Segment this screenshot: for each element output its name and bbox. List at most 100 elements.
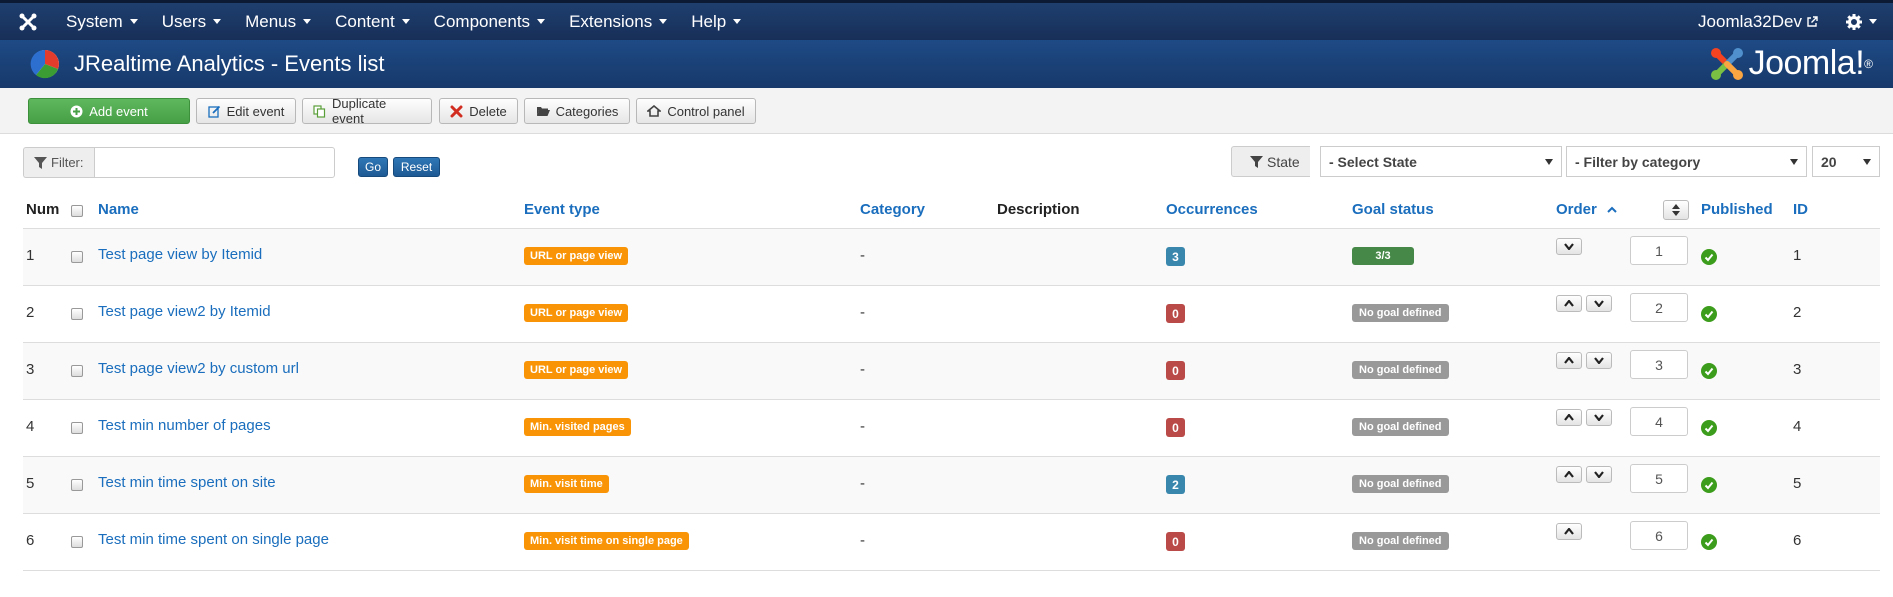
event-type-badge: URL or page view [524, 361, 629, 379]
folder-open-icon [536, 107, 550, 116]
move-up-button[interactable] [1556, 352, 1582, 369]
row-id: 1 [1793, 247, 1802, 264]
delete-button[interactable]: Delete [439, 98, 518, 124]
select-all-checkbox[interactable] [71, 205, 83, 217]
event-name-link[interactable]: Test page view by Itemid [98, 246, 262, 263]
filter-input[interactable] [93, 147, 335, 178]
control-panel-button[interactable]: Control panel [636, 98, 756, 124]
column-name[interactable]: Name [98, 201, 139, 218]
published-check-icon[interactable] [1701, 363, 1717, 379]
toolbar: Add event Edit event Duplicate event Del… [0, 88, 1893, 134]
category-select[interactable]: - Filter by category [1566, 146, 1807, 177]
column-description: Description [997, 201, 1080, 218]
column-occurrences[interactable]: Occurrences [1166, 201, 1258, 218]
event-name-link[interactable]: Test min time spent on single page [98, 531, 329, 548]
categories-button[interactable]: Categories [524, 98, 630, 124]
joomla-logo-icon[interactable] [0, 3, 56, 40]
site-link[interactable]: Joomla32Dev [1698, 12, 1846, 32]
edit-event-button[interactable]: Edit event [196, 98, 296, 124]
state-select[interactable]: - Select State [1320, 146, 1562, 177]
order-input[interactable]: 3 [1630, 350, 1688, 379]
chevron-up-icon [1564, 414, 1574, 421]
row-checkbox[interactable] [71, 422, 83, 434]
go-button[interactable]: Go [358, 157, 388, 177]
row-num: 3 [26, 361, 35, 378]
column-order[interactable]: Order [1556, 201, 1617, 218]
menu-content[interactable]: Content [325, 3, 424, 40]
column-published[interactable]: Published [1701, 201, 1773, 218]
column-id[interactable]: ID [1793, 201, 1808, 218]
move-up-button[interactable] [1556, 409, 1582, 426]
move-down-button[interactable] [1556, 238, 1582, 255]
menu-label: Content [335, 11, 395, 31]
chevron-up-icon [1564, 357, 1574, 364]
move-up-button[interactable] [1556, 523, 1582, 540]
menu-components[interactable]: Components [424, 3, 559, 40]
event-type-badge: Min. visited pages [524, 418, 631, 436]
event-name-link[interactable]: Test min time spent on site [98, 474, 276, 491]
state-label: State [1231, 146, 1310, 177]
goal-status-badge: No goal defined [1352, 475, 1449, 493]
menu-help[interactable]: Help [681, 3, 755, 40]
move-down-button[interactable] [1586, 295, 1612, 312]
column-event-type[interactable]: Event type [524, 201, 600, 218]
row-id: 6 [1793, 532, 1802, 549]
row-checkbox[interactable] [71, 479, 83, 491]
chevron-up-icon [1564, 471, 1574, 478]
button-label: Delete [469, 103, 507, 119]
joomla-logo-icon [1710, 47, 1743, 80]
event-type-badge: URL or page view [524, 247, 629, 265]
registered-mark: ® [1864, 56, 1873, 71]
menu-system[interactable]: System [56, 3, 152, 40]
move-down-button[interactable] [1586, 466, 1612, 483]
event-name-link[interactable]: Test page view2 by Itemid [98, 303, 271, 320]
add-event-button[interactable]: Add event [28, 98, 190, 124]
published-check-icon[interactable] [1701, 534, 1717, 550]
move-down-button[interactable] [1586, 409, 1612, 426]
column-goal-status[interactable]: Goal status [1352, 201, 1434, 218]
order-input[interactable]: 4 [1630, 407, 1688, 436]
chevron-down-icon [1594, 300, 1604, 307]
row-checkbox[interactable] [71, 308, 83, 320]
published-check-icon[interactable] [1701, 306, 1717, 322]
row-id: 3 [1793, 361, 1802, 378]
duplicate-event-button[interactable]: Duplicate event [302, 96, 432, 126]
published-check-icon[interactable] [1701, 420, 1717, 436]
button-label: Control panel [667, 103, 745, 119]
row-category: - [860, 304, 865, 321]
menu-label: Help [691, 11, 727, 31]
move-down-button[interactable] [1586, 352, 1612, 369]
reset-button[interactable]: Reset [393, 157, 440, 177]
limit-select[interactable]: 20 [1812, 146, 1880, 177]
occurrences-badge: 0 [1166, 532, 1185, 551]
order-input[interactable]: 2 [1630, 293, 1688, 322]
menu-label: Components [433, 11, 531, 31]
occurrences-badge: 0 [1166, 418, 1185, 437]
published-check-icon[interactable] [1701, 249, 1717, 265]
move-up-button[interactable] [1556, 466, 1582, 483]
column-category[interactable]: Category [860, 201, 925, 218]
row-checkbox[interactable] [71, 536, 83, 548]
published-check-icon[interactable] [1701, 477, 1717, 493]
menu-extensions[interactable]: Extensions [559, 3, 681, 40]
state-label-text: State [1267, 153, 1300, 170]
caret-down-icon [733, 19, 742, 24]
menu-users[interactable]: Users [152, 3, 235, 40]
order-input[interactable]: 1 [1630, 236, 1688, 265]
settings-menu[interactable] [1846, 13, 1893, 30]
chevron-down-icon [1594, 357, 1604, 364]
row-checkbox[interactable] [71, 251, 83, 263]
occurrences-badge: 0 [1166, 361, 1185, 380]
row-checkbox[interactable] [71, 365, 83, 377]
event-name-link[interactable]: Test page view2 by custom url [98, 360, 299, 377]
menu-menus[interactable]: Menus [235, 3, 325, 40]
move-up-button[interactable] [1556, 295, 1582, 312]
caret-down-icon [303, 19, 312, 24]
copy-icon [313, 104, 326, 118]
save-order-button[interactable] [1663, 200, 1689, 220]
order-input[interactable]: 6 [1630, 521, 1688, 550]
event-name-link[interactable]: Test min number of pages [98, 417, 271, 434]
order-input[interactable]: 5 [1630, 464, 1688, 493]
dropdown-arrow-icon [1790, 159, 1798, 165]
row-num: 2 [26, 304, 35, 321]
